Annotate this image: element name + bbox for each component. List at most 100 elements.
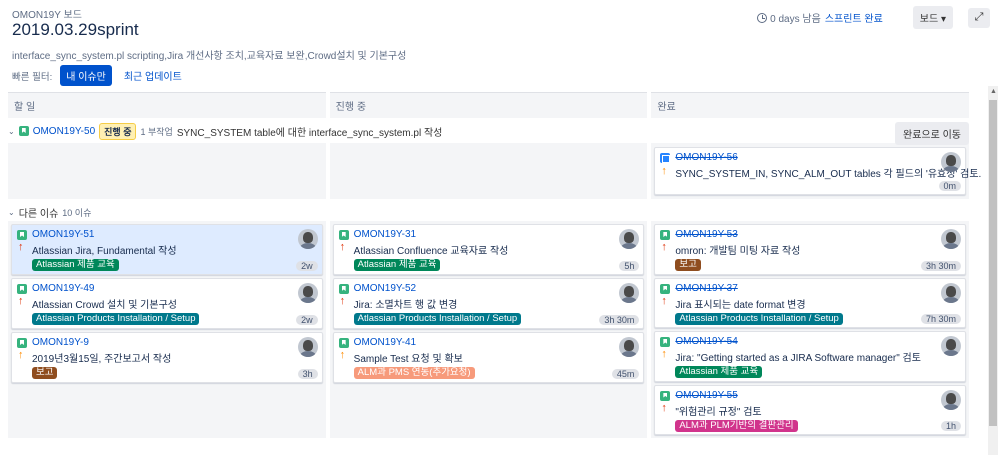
issue-summary: 2019년3월15일, 주간보고서 작성 [32, 354, 172, 365]
priority-high-icon: ↑ [661, 294, 667, 307]
avatar [619, 337, 640, 357]
epic-label: 보고 [675, 259, 701, 271]
quick-filters-label: 빠른 필터: [12, 71, 53, 83]
avatar [941, 389, 962, 410]
filter-my-issues-button[interactable]: 내 이슈만 [60, 65, 112, 86]
estimate-badge: 7h 30m [920, 314, 962, 324]
filter-recent-updates-button[interactable]: 최근 업데이트 [118, 65, 188, 86]
issue-card[interactable]: OMON19Y-41 ↑ Sample Test 요청 및 확보 ALM과 PMS 연… [332, 332, 645, 383]
issue-key[interactable]: OMON19Y-49 [32, 283, 94, 294]
issue-key[interactable]: OMON19Y-55 [675, 390, 737, 401]
subtask-icon [660, 153, 671, 163]
estimate-badge: 1h [941, 421, 962, 431]
issue-key[interactable]: OMON19Y-53 [675, 229, 737, 240]
story-icon [660, 283, 671, 294]
swimlane-title: 다른 이슈 [18, 208, 59, 220]
story-icon [338, 338, 349, 348]
vertical-scrollbar[interactable]: ▲ [988, 86, 998, 455]
epic-label: ALM과 PLM기반의 결판관리 [675, 419, 798, 432]
issue-card[interactable]: OMON19Y-53 ↑ omron: 개발팀 미팅 자료 작성 보고 3h 30m [654, 224, 967, 275]
issue-summary: Atlassian Jira, Fundamental 작성 [32, 246, 177, 257]
issue-key[interactable]: OMON19Y-52 [354, 283, 416, 294]
lane-in-progress [329, 143, 648, 199]
epic-label: ALM과 PMS 연동(추가요청) [353, 367, 475, 379]
issue-summary: SYNC_SYSTEM_IN, SYNC_ALM_OUT tables 각 필드… [675, 169, 982, 180]
issue-card[interactable]: OMON19Y-51 ↑ Atlassian Jira, Fundamental 작… [11, 224, 323, 275]
lane-done: OMON19Y-53 ↑ omron: 개발팀 미팅 자료 작성 보고 3h 30m OM… [651, 221, 970, 438]
lane-todo [8, 143, 326, 199]
issue-card[interactable]: OMON19Y-31 ↑ Atlassian Confluence 교육자료 작성 A… [332, 224, 645, 275]
priority-medium-icon: ↑ [661, 165, 667, 177]
issue-card[interactable]: OMON19Y-55 ↑ "위험관리 규정" 검토 ALM과 PLM기반의 결판관리 1… [654, 384, 967, 435]
story-icon [660, 337, 671, 347]
issue-card[interactable]: OMON19Y-37 ↑ Jira 표시되는 date format 변경 Atlas… [654, 277, 967, 328]
days-left: 0 days 남음 [757, 10, 821, 25]
avatar [619, 229, 640, 249]
estimate-badge: 3h [297, 369, 318, 379]
days-left-text: 0 days 남음 [770, 14, 821, 25]
priority-high-icon: ↑ [18, 295, 24, 307]
issue-card[interactable]: OMON19Y-52 ↑ Jira: 소멸차트 행 값 변경 Atlassian Pr… [332, 278, 645, 329]
swimlane-other-issues: OMON19Y-51 ↑ Atlassian Jira, Fundamental 작… [8, 221, 970, 438]
issue-card[interactable]: OMON19Y-54 ↑ Jira: "Getting started as a J… [654, 331, 967, 382]
issue-key[interactable]: OMON19Y-56 [675, 152, 737, 163]
estimate-badge: 0m [938, 181, 962, 191]
swimlane-header[interactable]: ⌄ OMON19Y-50 진행 중 1 부작업 SYNC_SYSTEM tabl… [8, 120, 969, 145]
story-icon [660, 390, 671, 401]
parent-issue-summary: SYNC_SYSTEM table에 대한 interface_sync_sys… [176, 127, 443, 139]
issue-key[interactable]: OMON19Y-31 [354, 229, 416, 240]
board-header: OMON19Y 보드 2019.03.29sprint interface_sy… [12, 4, 990, 94]
epic-label: Atlassian Products Installation / Setup [675, 312, 843, 325]
avatar [297, 337, 318, 357]
board-menu-button[interactable]: 보드 ▾ [912, 6, 953, 29]
move-to-done-button[interactable]: 완료으로 이동 [895, 122, 969, 145]
column-done: 완료 [651, 92, 970, 118]
issue-key[interactable]: OMON19Y-41 [354, 337, 416, 348]
board-name[interactable]: OMON19Y 보드 [12, 6, 82, 21]
issue-card[interactable]: OMON19Y-56 ↑ SYNC_SYSTEM_IN, SYNC_ALM_OU… [654, 147, 981, 195]
story-icon [338, 284, 349, 294]
avatar [941, 152, 962, 172]
estimate-badge: 3h 30m [599, 315, 640, 325]
chevron-down-icon[interactable]: ⌄ [8, 208, 15, 217]
sprint-goal: interface_sync_system.pl scripting,Jira … [12, 51, 407, 62]
estimate-badge: 2w [296, 315, 318, 325]
chevron-down-icon[interactable]: ⌄ [8, 127, 15, 136]
issue-summary: Jira: "Getting started as a JIRA Softwar… [675, 353, 921, 364]
issue-key[interactable]: OMON19Y-9 [32, 337, 89, 348]
lane-done: OMON19Y-56 ↑ SYNC_SYSTEM_IN, SYNC_ALM_OU… [651, 143, 981, 199]
avatar [297, 229, 318, 249]
issue-card[interactable]: OMON19Y-9 ↑ 2019년3월15일, 주간보고서 작성 보고 3h [11, 332, 323, 383]
story-icon [17, 284, 27, 294]
epic-label: Atlassian 제품 교육 [353, 259, 441, 271]
scrollbar-thumb[interactable] [989, 100, 997, 426]
issue-key[interactable]: OMON19Y-51 [32, 229, 94, 240]
issue-summary: "위험관리 규정" 검토 [675, 406, 762, 418]
avatar [619, 283, 640, 303]
story-icon [17, 338, 27, 348]
issue-summary: Sample Test 요청 및 확보 [353, 354, 463, 365]
issue-key[interactable]: OMON19Y-54 [675, 336, 737, 347]
quick-filters: 빠른 필터: 내 이슈만 최근 업데이트 [12, 65, 188, 86]
expand-icon[interactable]: ⤢ [968, 7, 990, 28]
priority-medium-icon: ↑ [339, 349, 346, 361]
issue-summary: Atlassian Crowd 설치 및 기본구성 [32, 300, 177, 311]
issue-card[interactable]: OMON19Y-49 ↑ Atlassian Crowd 설치 및 기본구성 Atla… [11, 278, 323, 329]
complete-sprint-link[interactable]: 스프린트 완료 [825, 10, 883, 25]
column-headers: 할 일 진행 중 완료 [8, 92, 970, 118]
issue-summary: Atlassian Confluence 교육자료 작성 [353, 246, 509, 257]
estimate-badge: 2w [296, 261, 318, 271]
issue-summary: omron: 개발팀 미팅 자료 작성 [675, 246, 801, 257]
subtask-count: 1 부작업 [140, 126, 173, 137]
epic-label: 보고 [32, 367, 58, 379]
issue-key[interactable]: OMON19Y-37 [675, 283, 737, 294]
avatar [941, 336, 962, 356]
swimlane-other-issues-header[interactable]: ⌄ 다른 이슈 10 이슈 [8, 204, 91, 220]
issue-count: 10 이슈 [62, 207, 92, 218]
issue-summary: Jira: 소멸차트 행 값 변경 [353, 300, 458, 311]
scroll-up-icon[interactable]: ▲ [990, 88, 997, 95]
priority-medium-icon: ↑ [661, 348, 667, 360]
parent-issue-key[interactable]: OMON19Y-50 [33, 126, 95, 137]
priority-high-icon: ↑ [339, 295, 346, 307]
avatar [941, 229, 962, 249]
